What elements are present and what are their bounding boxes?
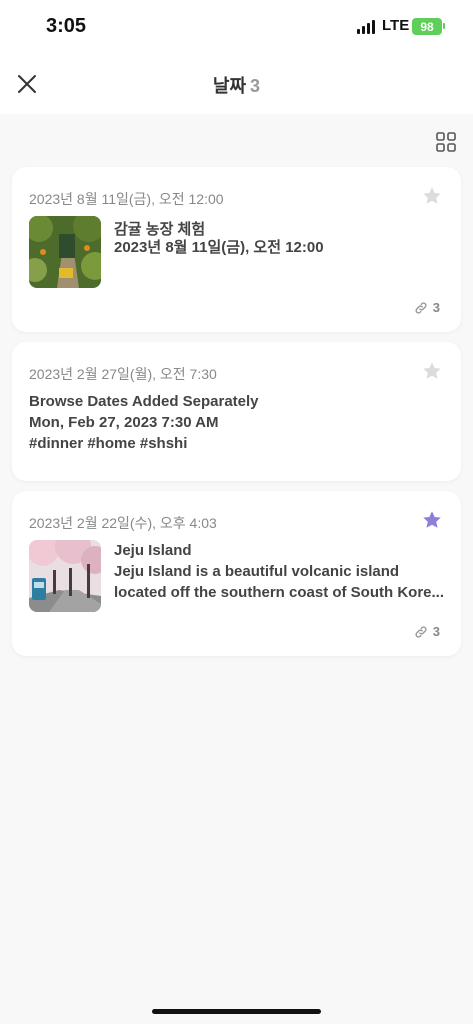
card-title: Browse Dates Added Separately xyxy=(29,393,259,410)
battery-icon: 98 xyxy=(412,18,442,35)
home-indicator[interactable] xyxy=(152,1009,321,1014)
card-date: 2023년 2월 22일(수), 오후 4:03 xyxy=(29,515,217,531)
card-tags: #dinner #home #shshi xyxy=(29,435,188,452)
signal-icon xyxy=(357,20,375,34)
star-icon[interactable] xyxy=(421,360,443,382)
page-title: 날짜 3 xyxy=(0,72,473,98)
link-icon xyxy=(415,625,427,638)
card-text: Mon, Feb 27, 2023 7:30 AM xyxy=(29,414,219,431)
card-date: 2023년 2월 27일(월), 오전 7:30 xyxy=(29,366,217,382)
link-count-value: 3 xyxy=(432,300,440,315)
grid-view-button[interactable] xyxy=(434,130,458,154)
card-text: Jeju Island is a beautiful volcanic isla… xyxy=(114,563,400,580)
date-card[interactable]: 2023년 8월 11일(금), 오전 12:00 감귤 농장 체험 2023년… xyxy=(12,167,461,332)
card-text: 2023년 8월 11일(금), 오전 12:00 xyxy=(114,239,324,256)
page-title-count: 3 xyxy=(250,76,261,96)
card-thumbnail xyxy=(29,216,101,288)
page-title-label: 날짜 xyxy=(212,76,247,96)
link-icon xyxy=(415,301,427,314)
nav-bar: 날짜 3 xyxy=(0,56,473,114)
date-card[interactable]: 2023년 2월 22일(수), 오후 4:03 Jeju Island Jej… xyxy=(12,491,461,656)
link-count: 3 xyxy=(414,300,440,315)
card-text: located off the southern coast of South … xyxy=(114,584,444,601)
grid-icon xyxy=(436,132,456,152)
card-title: 감귤 농장 체험 xyxy=(114,221,206,238)
link-count-value: 3 xyxy=(432,624,440,639)
card-title: Jeju Island xyxy=(114,542,192,559)
network-label: LTE xyxy=(382,17,410,34)
link-count: 3 xyxy=(414,624,440,639)
star-icon[interactable] xyxy=(421,185,443,207)
battery-level: 98 xyxy=(420,19,434,34)
card-date: 2023년 8월 11일(금), 오전 12:00 xyxy=(29,191,224,207)
card-thumbnail xyxy=(29,540,101,612)
date-card[interactable]: 2023년 2월 27일(월), 오전 7:30 Browse Dates Ad… xyxy=(12,342,461,481)
star-icon[interactable] xyxy=(421,509,443,531)
status-time: 3:05 xyxy=(46,15,87,37)
battery-tip xyxy=(443,23,445,29)
status-bar: 3:05 LTE 98 xyxy=(0,0,473,56)
